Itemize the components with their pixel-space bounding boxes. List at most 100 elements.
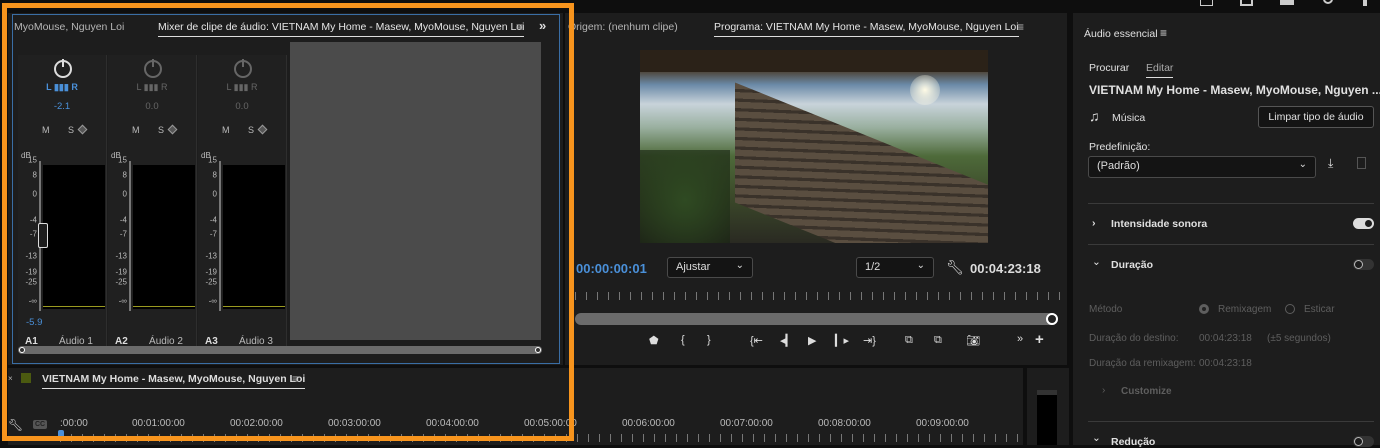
- program-monitor-panel: Origem: (nenhum clipe) Programa: VIETNAM…: [565, 13, 1067, 365]
- section-duration[interactable]: Duração: [1111, 259, 1153, 271]
- panel-menu-icon[interactable]: ≡: [516, 20, 523, 34]
- camera-icon[interactable]: 📷︎: [966, 334, 980, 347]
- resolution-dropdown[interactable]: 1/2 ⌄: [856, 257, 934, 278]
- pan-value[interactable]: 0.0: [108, 101, 196, 112]
- db-tick-label: -4: [209, 215, 217, 225]
- save-preset-icon[interactable]: ⤓: [1328, 156, 1333, 171]
- volume-value[interactable]: -5.9: [26, 317, 42, 328]
- tab-edit[interactable]: Editar: [1146, 62, 1174, 78]
- chevron-down-icon[interactable]: ⌄: [1092, 256, 1101, 268]
- ruler-label: 00:08:00:00: [818, 418, 871, 429]
- go-to-in-button[interactable]: {⇤: [750, 334, 763, 347]
- loudness-toggle[interactable]: [1353, 218, 1374, 229]
- horizontal-scrollbar[interactable]: [18, 346, 542, 354]
- target-duration-value[interactable]: 00:04:23:18: [1199, 333, 1252, 344]
- preset-dropdown[interactable]: (Padrão) ⌄: [1088, 156, 1316, 178]
- add-marker-button[interactable]: ⬟: [649, 334, 659, 347]
- db-scale: 15 8 0 -4 -7 -13 -19 -25 -∞: [108, 113, 133, 306]
- toolbar-icon[interactable]: [1280, 0, 1294, 5]
- add-button-icon[interactable]: +: [1035, 331, 1044, 348]
- playback-scrubber[interactable]: [575, 313, 1058, 325]
- step-forward-button[interactable]: ▎▸: [835, 334, 849, 347]
- duration-toggle[interactable]: [1353, 259, 1374, 270]
- monitor-ruler[interactable]: [575, 292, 1060, 300]
- duration-timecode: 00:04:23:18: [970, 261, 1041, 276]
- mute-solo-buttons[interactable]: M S: [42, 125, 82, 135]
- panel-menu-icon[interactable]: ≡: [1017, 20, 1024, 34]
- lift-button[interactable]: ⧉: [905, 334, 913, 347]
- db-tick-label: -4: [29, 215, 37, 225]
- radio-stretch-label: Esticar: [1304, 304, 1335, 315]
- reduction-toggle[interactable]: [1353, 436, 1374, 447]
- chevron-down-icon: ⌄: [735, 260, 744, 271]
- playhead[interactable]: [58, 430, 64, 440]
- tab-source[interactable]: Origem: (nenhum clipe): [568, 21, 678, 33]
- overflow-button[interactable]: »: [1017, 333, 1023, 345]
- ruler-label: 00:09:00:00: [916, 418, 969, 429]
- mute-solo-buttons[interactable]: M S: [132, 125, 172, 135]
- timeline-ruler[interactable]: [60, 434, 1020, 442]
- clear-audio-type-button[interactable]: Limpar tipo de áudio: [1258, 106, 1374, 128]
- db-tick-label: 0: [122, 189, 127, 199]
- pan-value[interactable]: 0.0: [198, 101, 286, 112]
- trash-icon[interactable]: [1357, 157, 1366, 169]
- panel-menu-icon[interactable]: ≡: [292, 372, 299, 386]
- mixer-empty-area: [290, 42, 541, 340]
- pan-knob[interactable]: [144, 59, 162, 78]
- db-tick-label: -25: [25, 277, 37, 287]
- zoom-fit-dropdown[interactable]: Ajustar ⌄: [667, 257, 753, 278]
- pan-lr-label: L ▮▮▮ R: [46, 82, 78, 92]
- db-tick-label: 15: [208, 155, 217, 165]
- chevron-down-icon: ⌄: [916, 260, 925, 271]
- close-icon[interactable]: ×: [8, 374, 13, 383]
- pan-value[interactable]: -2.1: [18, 101, 106, 112]
- extract-button[interactable]: ⧉: [934, 334, 942, 347]
- level-meter: [43, 165, 105, 309]
- channel-strip: L ▮▮▮ R 0.0 M S dB 15 8 0 -4 -7 -13 -19 -25 -∞ A…: [108, 55, 197, 353]
- tab-browse[interactable]: Procurar: [1089, 62, 1129, 74]
- search-icon[interactable]: [1323, 0, 1333, 4]
- captions-button[interactable]: CC: [33, 420, 48, 429]
- chevron-right-icon[interactable]: ›: [1102, 385, 1105, 396]
- target-duration-label: Duração do destino:: [1089, 333, 1179, 344]
- db-tick-label: -7: [29, 229, 37, 239]
- play-button[interactable]: ▶: [808, 334, 816, 347]
- pan-knob[interactable]: [234, 59, 252, 78]
- sequence-color-icon: [21, 373, 31, 383]
- mute-solo-buttons[interactable]: M S: [222, 125, 262, 135]
- pan-lr-label: L ▮▮▮ R: [226, 82, 258, 92]
- tab-previous[interactable]: MyoMouse, Nguyen Loi: [14, 21, 124, 33]
- wrench-icon[interactable]: 🔧︎: [8, 418, 23, 432]
- chevron-right-icon[interactable]: ›: [1092, 217, 1096, 229]
- video-frame: [640, 50, 988, 243]
- playhead-timecode[interactable]: 00:00:00:01: [576, 261, 647, 276]
- section-reduction[interactable]: Redução: [1111, 436, 1155, 448]
- volume-fader[interactable]: [38, 223, 48, 248]
- ruler-label: 00:06:00:00: [622, 418, 675, 429]
- db-tick-label: 15: [118, 155, 127, 165]
- radio-stretch[interactable]: [1285, 304, 1295, 314]
- chevron-down-icon: ⌄: [1298, 159, 1307, 170]
- toolbar-icon[interactable]: [1200, 0, 1213, 6]
- wrench-icon[interactable]: 🔧︎: [946, 259, 964, 276]
- pan-knob[interactable]: [54, 59, 72, 78]
- step-back-button[interactable]: ◂▎: [780, 334, 794, 347]
- radio-remix[interactable]: [1199, 304, 1209, 314]
- panel-menu-icon[interactable]: ≡: [1160, 26, 1167, 40]
- audio-meter-panel: [1027, 368, 1069, 445]
- toolbar-icon[interactable]: [1363, 0, 1367, 6]
- ruler-label: :00:00: [60, 418, 88, 429]
- tab-sequence[interactable]: VIETNAM My Home - Masew, MyoMouse, Nguye…: [42, 373, 306, 389]
- customize-toggle[interactable]: Customize: [1121, 386, 1172, 397]
- overflow-button[interactable]: »: [539, 18, 546, 33]
- section-loudness[interactable]: Intensidade sonora: [1111, 218, 1207, 230]
- go-to-out-button[interactable]: ⇥}: [863, 334, 876, 347]
- db-tick-label: -25: [205, 277, 217, 287]
- tab-program[interactable]: Programa: VIETNAM My Home - Masew, MyoMo…: [714, 21, 1019, 37]
- mark-in-button[interactable]: {: [681, 334, 685, 346]
- chevron-down-icon[interactable]: ⌄: [1092, 432, 1101, 444]
- mark-out-button[interactable]: }: [707, 334, 711, 346]
- tab-audio-clip-mixer[interactable]: Mixer de clipe de áudio: VIETNAM My Home…: [158, 21, 525, 37]
- toolbar-icon[interactable]: [1240, 0, 1253, 6]
- db-tick-label: 8: [122, 170, 127, 180]
